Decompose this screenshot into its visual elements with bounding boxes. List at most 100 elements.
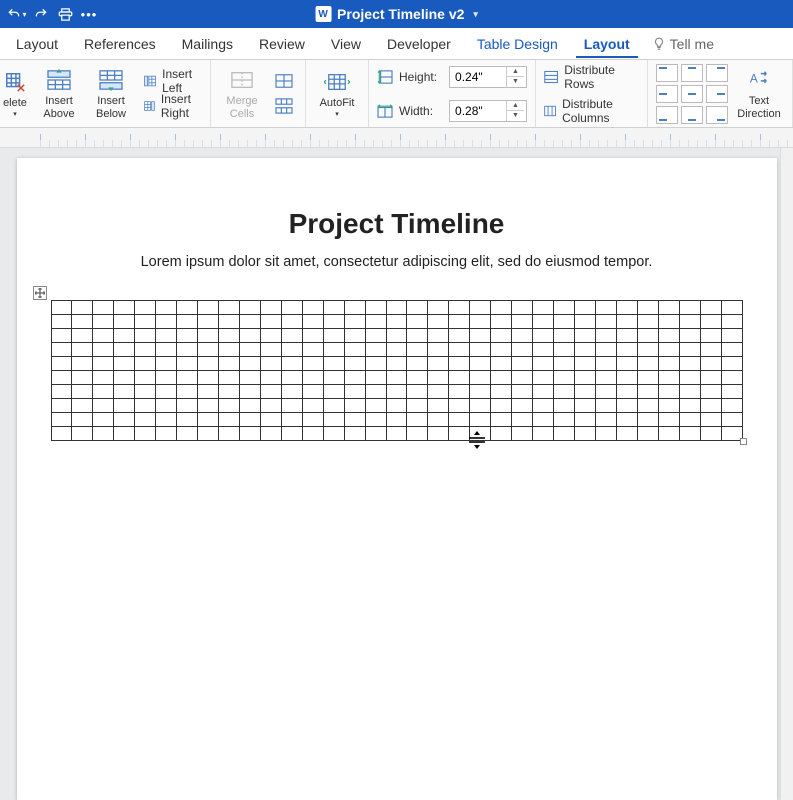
table-cell[interactable]: [198, 385, 219, 399]
table-cell[interactable]: [386, 413, 407, 427]
table-cell[interactable]: [51, 371, 72, 385]
table-cell[interactable]: [198, 343, 219, 357]
table-cell[interactable]: [407, 427, 428, 441]
table-cell[interactable]: [177, 413, 198, 427]
table-cell[interactable]: [595, 329, 616, 343]
table-cell[interactable]: [51, 343, 72, 357]
more-button[interactable]: •••: [78, 3, 100, 25]
table-cell[interactable]: [177, 427, 198, 441]
table-cell[interactable]: [114, 413, 135, 427]
table-cell[interactable]: [554, 343, 575, 357]
table-cell[interactable]: [302, 371, 323, 385]
text-direction-button[interactable]: A Text Direction: [734, 64, 784, 124]
table-cell[interactable]: [428, 301, 449, 315]
table-cell[interactable]: [365, 371, 386, 385]
table-cell[interactable]: [302, 385, 323, 399]
table-cell[interactable]: [533, 357, 554, 371]
table-cell[interactable]: [198, 427, 219, 441]
table-cell[interactable]: [323, 357, 344, 371]
table-cell[interactable]: [721, 315, 742, 329]
table-cell[interactable]: [260, 329, 281, 343]
table-cell[interactable]: [407, 329, 428, 343]
table-cell[interactable]: [302, 301, 323, 315]
table-cell[interactable]: [407, 399, 428, 413]
table-cell[interactable]: [114, 329, 135, 343]
table-cell[interactable]: [386, 399, 407, 413]
table-cell[interactable]: [281, 315, 302, 329]
table-cell[interactable]: [428, 315, 449, 329]
table-cell[interactable]: [156, 301, 177, 315]
table-cell[interactable]: [533, 413, 554, 427]
insert-below-button[interactable]: Insert Below: [88, 64, 134, 124]
table-cell[interactable]: [281, 427, 302, 441]
table-cell[interactable]: [470, 357, 491, 371]
table-cell[interactable]: [616, 343, 637, 357]
table-cell[interactable]: [72, 343, 93, 357]
table-cell[interactable]: [574, 385, 595, 399]
table-cell[interactable]: [344, 343, 365, 357]
table-cell[interactable]: [449, 371, 470, 385]
table-cell[interactable]: [219, 371, 240, 385]
horizontal-ruler[interactable]: [0, 128, 793, 148]
table-cell[interactable]: [177, 301, 198, 315]
table-cell[interactable]: [658, 385, 679, 399]
insert-above-button[interactable]: Insert Above: [36, 64, 82, 124]
table-cell[interactable]: [72, 413, 93, 427]
table-cell[interactable]: [51, 385, 72, 399]
table-row[interactable]: [51, 329, 742, 343]
distribute-columns-button[interactable]: Distribute Columns: [544, 97, 639, 125]
table-cell[interactable]: [156, 427, 177, 441]
table-cell[interactable]: [365, 413, 386, 427]
table-cell[interactable]: [302, 343, 323, 357]
table-cell[interactable]: [658, 343, 679, 357]
table-cell[interactable]: [637, 357, 658, 371]
width-input[interactable]: [450, 101, 506, 121]
undo-button[interactable]: ▾: [6, 3, 28, 25]
table-cell[interactable]: [302, 413, 323, 427]
table-cell[interactable]: [323, 343, 344, 357]
distribute-rows-button[interactable]: Distribute Rows: [544, 63, 639, 91]
table-cell[interactable]: [72, 427, 93, 441]
table-cell[interactable]: [114, 357, 135, 371]
table-cell[interactable]: [616, 301, 637, 315]
table-cell[interactable]: [239, 329, 260, 343]
table-cell[interactable]: [239, 385, 260, 399]
table-cell[interactable]: [156, 343, 177, 357]
table-cell[interactable]: [407, 343, 428, 357]
table-cell[interactable]: [595, 343, 616, 357]
timeline-table[interactable]: [51, 300, 743, 441]
merge-cells-button[interactable]: Merge Cells: [219, 64, 265, 124]
table-cell[interactable]: [449, 385, 470, 399]
table-cell[interactable]: [470, 413, 491, 427]
print-button[interactable]: [54, 3, 76, 25]
table-cell[interactable]: [449, 357, 470, 371]
table-cell[interactable]: [574, 357, 595, 371]
table-cell[interactable]: [72, 301, 93, 315]
table-cell[interactable]: [637, 315, 658, 329]
table-cell[interactable]: [721, 357, 742, 371]
table-cell[interactable]: [156, 357, 177, 371]
table-cell[interactable]: [512, 371, 533, 385]
table-cell[interactable]: [721, 301, 742, 315]
table-cell[interactable]: [198, 413, 219, 427]
table-cell[interactable]: [721, 399, 742, 413]
table-cell[interactable]: [700, 343, 721, 357]
table-cell[interactable]: [281, 385, 302, 399]
table-cell[interactable]: [198, 315, 219, 329]
table-cell[interactable]: [260, 371, 281, 385]
table-cell[interactable]: [365, 315, 386, 329]
table-cell[interactable]: [574, 301, 595, 315]
split-cells-button[interactable]: [271, 70, 297, 92]
table-row[interactable]: [51, 399, 742, 413]
table-cell[interactable]: [93, 371, 114, 385]
width-step-down[interactable]: ▼: [507, 111, 524, 121]
table-cell[interactable]: [344, 329, 365, 343]
table-cell[interactable]: [512, 357, 533, 371]
table-cell[interactable]: [51, 357, 72, 371]
table-cell[interactable]: [219, 427, 240, 441]
table-cell[interactable]: [637, 385, 658, 399]
table-cell[interactable]: [491, 315, 512, 329]
table-cell[interactable]: [470, 343, 491, 357]
split-table-button[interactable]: [271, 95, 297, 117]
table-cell[interactable]: [700, 371, 721, 385]
